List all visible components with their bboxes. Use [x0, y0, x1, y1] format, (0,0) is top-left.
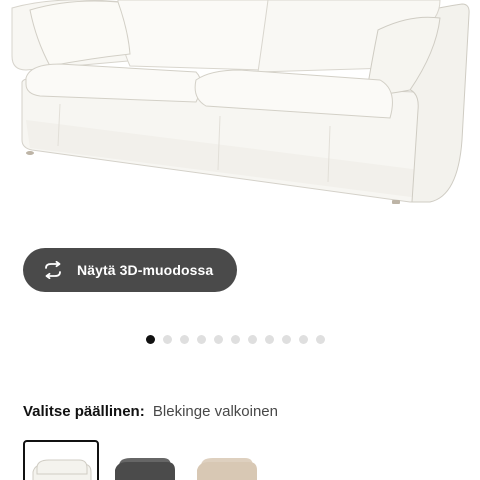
carousel-dot[interactable] — [214, 335, 223, 344]
cover-label: Valitse päällinen: — [23, 403, 145, 420]
sofa-thumbnail-white-icon — [32, 459, 92, 480]
sofa-thumbnail-dark-grey-icon — [115, 458, 175, 480]
view-3d-label: Näytä 3D-muodossa — [77, 262, 214, 278]
cover-option-white[interactable] — [23, 440, 99, 480]
carousel-dot[interactable] — [146, 335, 155, 344]
cover-option-dark-grey[interactable] — [111, 440, 187, 480]
cover-option-beige[interactable] — [193, 440, 269, 480]
rotate-3d-icon — [42, 261, 64, 279]
carousel-dot[interactable] — [180, 335, 189, 344]
carousel-dot[interactable] — [231, 335, 240, 344]
carousel-dot[interactable] — [163, 335, 172, 344]
carousel-dots — [146, 335, 325, 344]
carousel-dot[interactable] — [316, 335, 325, 344]
view-3d-button[interactable]: Näytä 3D-muodossa — [23, 248, 237, 292]
carousel-dot[interactable] — [265, 335, 274, 344]
carousel-dot[interactable] — [248, 335, 257, 344]
carousel-dot[interactable] — [197, 335, 206, 344]
cover-value: Blekinge valkoinen — [152, 403, 278, 420]
cover-selector-heading: Valitse päällinen: Blekinge valkoinen — [23, 403, 278, 420]
carousel-dot[interactable] — [282, 335, 291, 344]
product-page: Näytä 3D-muodossa Valitse päällinen: Ble… — [0, 0, 480, 480]
carousel-dot[interactable] — [299, 335, 308, 344]
sofa-thumbnail-beige-icon — [197, 458, 257, 480]
sofa-image[interactable] — [0, 0, 480, 240]
